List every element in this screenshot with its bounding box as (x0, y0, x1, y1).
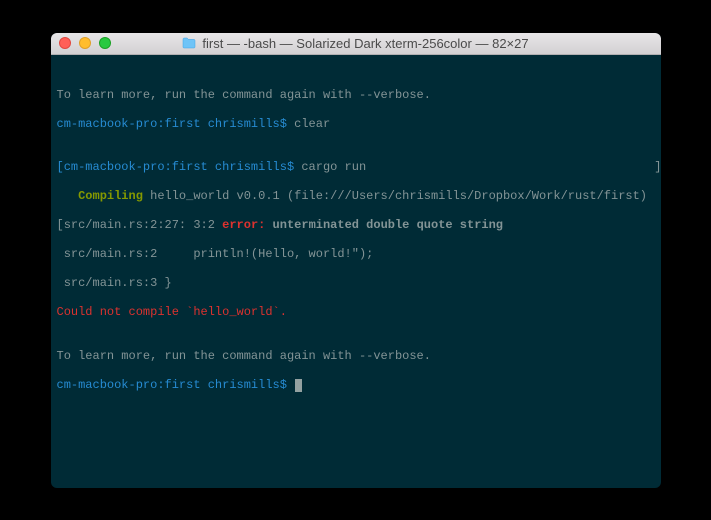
prompt: cm-macbook-pro:first chrismills$ (57, 117, 295, 131)
terminal-body[interactable]: To learn more, run the command again wit… (51, 55, 661, 488)
window-title-wrap: first — -bash — Solarized Dark xterm-256… (51, 36, 661, 51)
error-location: [src/main.rs:2:27: 3:2 (57, 218, 223, 232)
window-controls (59, 37, 111, 49)
close-button[interactable] (59, 37, 71, 49)
terminal-line: src/main.rs:2 println!(Hello, world!"); (57, 247, 655, 262)
maximize-button[interactable] (99, 37, 111, 49)
prompt: cm-macbook-pro:first chrismills$ (57, 378, 295, 392)
fail-dot: . (280, 305, 287, 319)
minimize-button[interactable] (79, 37, 91, 49)
terminal-window: first — -bash — Solarized Dark xterm-256… (51, 33, 661, 488)
terminal-line: Could not compile `hello_world`. (57, 305, 655, 320)
titlebar[interactable]: first — -bash — Solarized Dark xterm-256… (51, 33, 661, 55)
terminal-line: cm-macbook-pro:first chrismills$ (57, 378, 655, 393)
terminal-line: [src/main.rs:2:27: 3:2 error: unterminat… (57, 218, 655, 233)
error-message: unterminated double quote string (265, 218, 503, 232)
terminal-line: src/main.rs:3 } (57, 276, 655, 291)
command-text: clear (294, 117, 330, 131)
terminal-line: cm-macbook-pro:first chrismills$ clear (57, 117, 655, 132)
terminal-line: Compiling hello_world v0.0.1 (file:///Us… (57, 189, 655, 204)
cursor (295, 379, 302, 392)
fail-target: `hello_world` (186, 305, 280, 319)
terminal-line: To learn more, run the command again wit… (57, 88, 655, 103)
padding: ] (366, 160, 660, 174)
window-title: first — -bash — Solarized Dark xterm-256… (202, 36, 528, 51)
terminal-line: [cm-macbook-pro:first chrismills$ cargo … (57, 160, 655, 175)
compiling-target: hello_world v0.0.1 (file:///Users/chrism… (143, 189, 647, 203)
error-label: error: (222, 218, 265, 232)
prompt: [cm-macbook-pro:first chrismills$ (57, 160, 302, 174)
compiling-label: Compiling (57, 189, 143, 203)
folder-icon (182, 37, 196, 49)
fail-text: Could not compile (57, 305, 187, 319)
command-text: cargo run (301, 160, 366, 174)
padding: ] (503, 218, 661, 232)
terminal-line: To learn more, run the command again wit… (57, 349, 655, 364)
